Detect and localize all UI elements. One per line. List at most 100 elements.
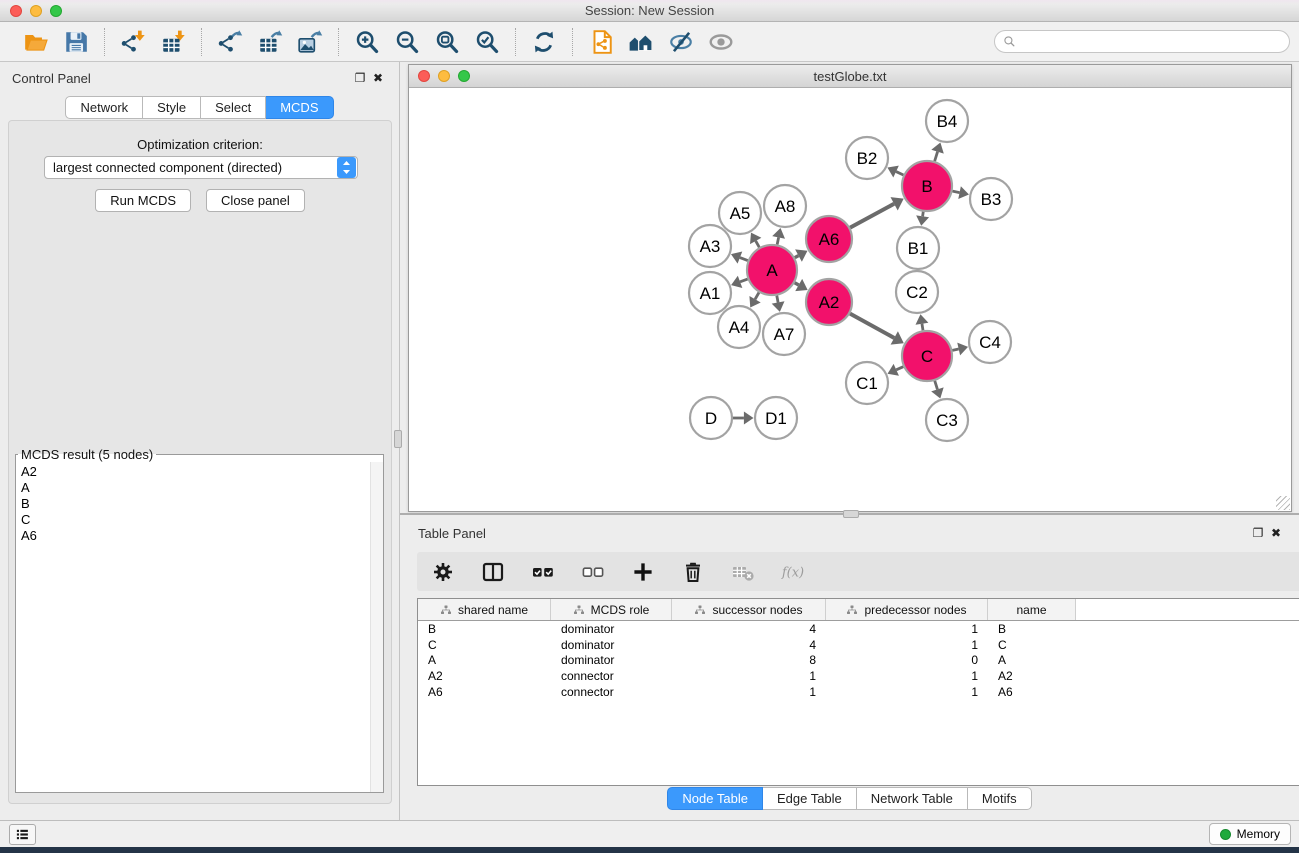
zoom-window-button[interactable] [50, 5, 62, 17]
horizontal-split-grip[interactable] [843, 510, 859, 518]
save-session-button[interactable] [60, 27, 92, 57]
run-mcds-button[interactable]: Run MCDS [95, 189, 191, 212]
graph-node-A4[interactable]: A4 [718, 306, 760, 348]
refresh-button[interactable] [528, 27, 560, 57]
hide-annotations-button[interactable] [665, 27, 697, 57]
graph-node-B1[interactable]: B1 [897, 227, 939, 269]
graph-node-A3[interactable]: A3 [689, 225, 731, 267]
delete-column-button[interactable] [679, 558, 707, 586]
search-field[interactable] [994, 30, 1290, 53]
column-header-predecessor-nodes[interactable]: predecessor nodes [826, 599, 988, 620]
export-table-button[interactable] [254, 27, 286, 57]
edge-A-A1[interactable] [740, 279, 748, 282]
table-row[interactable]: Bdominator41B [418, 621, 1299, 637]
edge-A-A4[interactable] [755, 293, 759, 300]
new-network-from-selection-button[interactable] [585, 27, 617, 57]
network-zoom-button[interactable] [458, 70, 470, 82]
criterion-select[interactable]: largest connected component (directed) [44, 156, 358, 179]
export-network-button[interactable] [214, 27, 246, 57]
tab-edge-table[interactable]: Edge Table [763, 787, 857, 810]
close-table-panel-icon[interactable]: ✖ [1267, 526, 1285, 540]
network-close-button[interactable] [418, 70, 430, 82]
tab-node-table[interactable]: Node Table [667, 787, 763, 810]
open-session-button[interactable] [20, 27, 52, 57]
edge-B-B1[interactable] [923, 212, 924, 217]
graph-node-C[interactable]: C [902, 331, 952, 381]
edge-A6-B[interactable] [850, 204, 894, 228]
graph-node-C3[interactable]: C3 [926, 399, 968, 441]
add-column-button[interactable] [629, 558, 657, 586]
task-history-button[interactable] [9, 824, 36, 845]
result-list-item[interactable]: A6 [21, 528, 370, 544]
zoom-out-button[interactable] [391, 27, 423, 57]
graph-node-B4[interactable]: B4 [926, 100, 968, 142]
vertical-split-grip[interactable] [394, 430, 402, 448]
graph-node-A1[interactable]: A1 [689, 272, 731, 314]
zoom-fit-button[interactable] [431, 27, 463, 57]
import-network-button[interactable] [117, 27, 149, 57]
export-image-button[interactable] [294, 27, 326, 57]
table-row[interactable]: Cdominator41C [418, 637, 1299, 653]
network-window-titlebar[interactable]: testGlobe.txt [409, 65, 1291, 88]
show-graphics-details-button[interactable] [705, 27, 737, 57]
edge-B-B3[interactable] [952, 191, 959, 192]
edge-C-C2[interactable] [922, 324, 923, 331]
graph-node-C1[interactable]: C1 [846, 362, 888, 404]
column-header-MCDS-role[interactable]: MCDS role [551, 599, 672, 620]
result-list-item[interactable]: B [21, 496, 370, 512]
network-canvas[interactable]: B4B2BB3A5A8A6B1A3AC2A1A2A4A7C4CC1C3DD1 [409, 88, 1291, 511]
window-resize-grip[interactable] [1276, 496, 1290, 510]
close-panel-button[interactable]: Close panel [206, 189, 305, 212]
select-all-columns-button[interactable] [529, 558, 557, 586]
first-neighbors-button[interactable] [625, 27, 657, 57]
column-header-successor-nodes[interactable]: successor nodes [672, 599, 826, 620]
tab-network-table[interactable]: Network Table [857, 787, 968, 810]
edge-A-A7[interactable] [777, 296, 778, 303]
edge-A-A6[interactable] [795, 256, 799, 258]
close-panel-icon[interactable]: ✖ [369, 71, 387, 85]
graph-node-A5[interactable]: A5 [719, 192, 761, 234]
deselect-all-columns-button[interactable] [579, 558, 607, 586]
tab-network[interactable]: Network [65, 96, 143, 119]
graph-node-A2[interactable]: A2 [806, 279, 852, 325]
result-list-item[interactable]: C [21, 512, 370, 528]
search-input[interactable] [1016, 31, 1289, 52]
edge-A-A2[interactable] [795, 283, 799, 285]
result-scrollbar[interactable] [370, 462, 383, 792]
graph-node-C4[interactable]: C4 [969, 321, 1011, 363]
tab-select[interactable]: Select [201, 96, 266, 119]
close-window-button[interactable] [10, 5, 22, 17]
graph-node-B3[interactable]: B3 [970, 178, 1012, 220]
graph-node-A7[interactable]: A7 [763, 313, 805, 355]
table-row[interactable]: Adominator80A [418, 653, 1299, 669]
float-table-panel-icon[interactable]: ❐ [1249, 526, 1267, 540]
graph-node-A8[interactable]: A8 [764, 185, 806, 227]
graph-node-A6[interactable]: A6 [806, 216, 852, 262]
result-list-item[interactable]: A2 [21, 464, 370, 480]
graph-node-B[interactable]: B [902, 161, 952, 211]
network-minimize-button[interactable] [438, 70, 450, 82]
minimize-window-button[interactable] [30, 5, 42, 17]
graph-node-A[interactable]: A [747, 245, 797, 295]
edge-A2-C[interactable] [850, 314, 894, 338]
column-header-shared-name[interactable]: shared name [418, 599, 551, 620]
table-row[interactable]: A6connector11A6 [418, 684, 1299, 700]
tab-mcds[interactable]: MCDS [266, 96, 333, 119]
edge-C-C4[interactable] [952, 349, 958, 350]
mcds-result-list[interactable]: A2ABCA6 [16, 462, 370, 792]
zoom-in-button[interactable] [351, 27, 383, 57]
edge-A-A8[interactable] [777, 237, 778, 244]
edge-C-C1[interactable] [896, 367, 903, 370]
graph-node-D[interactable]: D [690, 397, 732, 439]
edge-B-B2[interactable] [896, 172, 903, 175]
table-row[interactable]: A2connector11A2 [418, 668, 1299, 684]
graph-node-D1[interactable]: D1 [755, 397, 797, 439]
zoom-selected-button[interactable] [471, 27, 503, 57]
result-list-item[interactable]: A [21, 480, 370, 496]
edge-C-C3[interactable] [935, 381, 938, 390]
graph-node-B2[interactable]: B2 [846, 137, 888, 179]
edge-A-A5[interactable] [756, 241, 760, 247]
memory-button[interactable]: Memory [1209, 823, 1291, 845]
float-panel-icon[interactable]: ❐ [351, 71, 369, 85]
tab-style[interactable]: Style [143, 96, 201, 119]
